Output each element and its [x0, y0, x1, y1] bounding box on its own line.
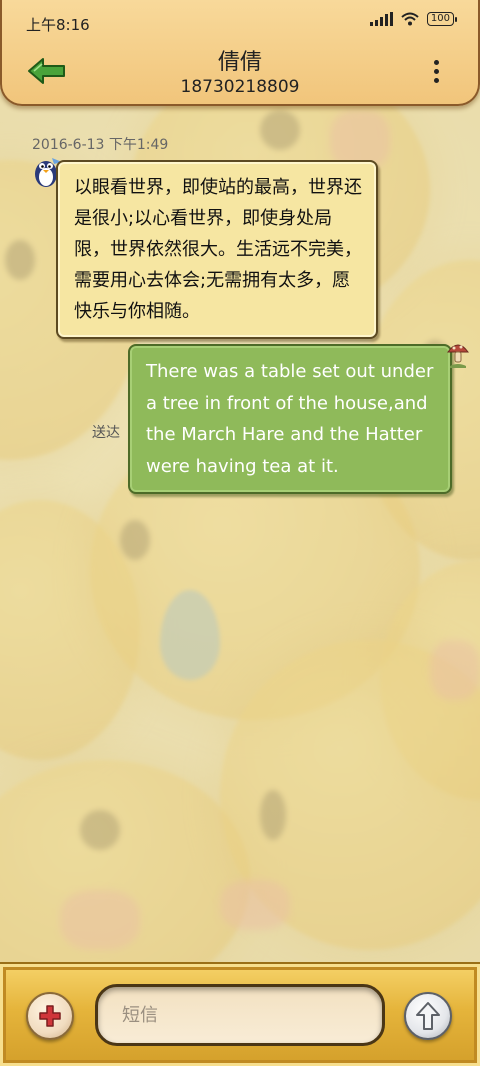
- app-header: 上午8:16 100 倩倩 18730218809: [0, 0, 480, 106]
- contact-name: 倩倩: [217, 50, 262, 75]
- status-icons: 100: [369, 12, 458, 26]
- signal-icon: [369, 12, 393, 26]
- battery-icon: 100: [426, 12, 458, 26]
- add-attachment-button[interactable]: [26, 992, 74, 1040]
- status-time: 上午8:16: [26, 16, 90, 34]
- mushroom-avatar-icon[interactable]: [446, 340, 470, 370]
- contact-phone: 18730218809: [180, 77, 300, 97]
- arrow-up-icon: [416, 1002, 440, 1030]
- plus-icon: [39, 1005, 61, 1027]
- outgoing-message-bubble[interactable]: There was a table set out under a tree i…: [128, 344, 452, 494]
- wifi-icon: [401, 12, 419, 26]
- message-timestamp: 2016-6-13 下午1:49: [32, 137, 169, 153]
- send-button[interactable]: [404, 992, 452, 1040]
- message-composer: [0, 962, 480, 1066]
- sms-input[interactable]: [95, 984, 385, 1046]
- message-list[interactable]: 2016-6-13 下午1:49 以眼看世界，即使站的最高，世界还是很小;以心看…: [0, 106, 480, 962]
- more-options-icon[interactable]: [432, 60, 440, 84]
- delivery-status: 送达: [92, 425, 120, 441]
- incoming-message-bubble[interactable]: 以眼看世界，即使站的最高，世界还是很小;以心看世界，即使身处局限，世界依然很大。…: [56, 160, 378, 339]
